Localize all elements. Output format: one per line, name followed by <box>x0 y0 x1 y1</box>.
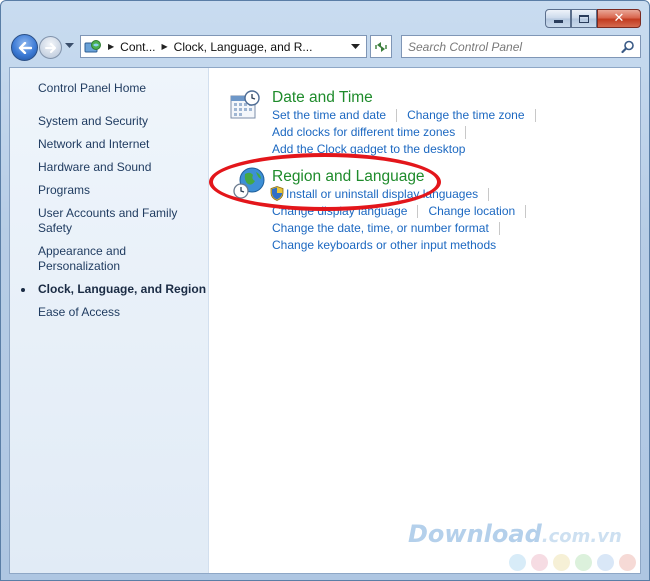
watermark-dot <box>553 554 570 571</box>
date-time-links-row-2: Add clocks for different time zones <box>272 124 546 141</box>
address-bar[interactable]: ▶ Cont... ▶ Clock, Language, and R... <box>80 35 367 58</box>
recent-pages-dropdown-icon[interactable] <box>65 43 74 49</box>
watermark-dots <box>509 554 636 571</box>
watermark-dot <box>509 554 526 571</box>
sidebar-item-programs[interactable]: Programs <box>38 183 208 198</box>
sidebar-item-system-security[interactable]: System and Security <box>38 114 208 129</box>
link-divider <box>525 205 527 219</box>
forward-arrow-icon <box>44 42 56 53</box>
refresh-icon <box>375 41 387 52</box>
sidebar-item-ease-of-access[interactable]: Ease of Access <box>38 305 208 320</box>
set-time-date-link[interactable]: Set the time and date <box>272 108 386 122</box>
link-divider <box>465 126 467 140</box>
date-and-time-category: Date and Time Set the time and date Chang… <box>272 88 546 158</box>
minimize-icon <box>553 20 563 23</box>
search-icon[interactable] <box>621 40 635 54</box>
breadcrumb-control-panel[interactable]: Cont... <box>120 40 155 54</box>
change-keyboards-link[interactable]: Change keyboards or other input methods <box>272 238 496 252</box>
change-time-zone-link[interactable]: Change the time zone <box>407 108 524 122</box>
link-divider <box>498 222 500 236</box>
breadcrumb-separator-icon: ▶ <box>161 42 168 51</box>
main-pane: Date and Time Set the time and date Chang… <box>210 68 640 573</box>
sidebar-item-user-accounts[interactable]: User Accounts and Family Safety <box>38 206 180 236</box>
date-time-links-row-3: Add the Clock gadget to the desktop <box>272 141 546 158</box>
add-clocks-link[interactable]: Add clocks for different time zones <box>272 125 455 139</box>
breadcrumb-separator-icon: ▶ <box>108 42 115 51</box>
refresh-button[interactable] <box>370 35 392 58</box>
back-arrow-icon <box>18 41 32 54</box>
control-panel-window: ✕ ▶ Cont... ▶ Clock, Language, and R... … <box>0 0 650 581</box>
watermark-dot <box>531 554 548 571</box>
link-divider <box>417 205 419 219</box>
back-button[interactable] <box>11 34 38 61</box>
region-links-row-3: Change the date, time, or number format <box>272 220 536 237</box>
sidebar-item-clock-language-region[interactable]: Clock, Language, and Region <box>21 282 208 297</box>
download-watermark: Download.com.vn <box>408 520 622 548</box>
uac-shield-icon <box>270 186 284 201</box>
calendar-clock-icon <box>230 90 260 119</box>
breadcrumb-clock-language-region[interactable]: Clock, Language, and R... <box>174 40 313 54</box>
address-dropdown-icon[interactable] <box>351 44 360 50</box>
control-panel-home-link[interactable]: Control Panel Home <box>38 81 146 95</box>
maximize-button[interactable] <box>571 9 597 28</box>
link-divider <box>534 109 536 123</box>
task-pane: Control Panel Home System and Security N… <box>10 68 209 573</box>
link-divider <box>396 109 398 123</box>
watermark-dot <box>597 554 614 571</box>
forward-button[interactable] <box>39 36 62 59</box>
region-links-row-1: Install or uninstall display languages <box>270 186 534 203</box>
search-box[interactable] <box>401 35 641 58</box>
sidebar-item-hardware-sound[interactable]: Hardware and Sound <box>38 160 208 175</box>
search-input[interactable] <box>408 39 613 54</box>
change-location-link[interactable]: Change location <box>428 204 515 218</box>
minimize-button[interactable] <box>545 9 571 28</box>
watermark-dot <box>575 554 592 571</box>
region-and-language-category: Region and Language Install or uninstall… <box>270 167 536 254</box>
category-list: System and Security Network and Internet… <box>21 114 208 328</box>
maximize-icon <box>579 14 589 23</box>
change-date-time-number-format-link[interactable]: Change the date, time, or number format <box>272 221 489 235</box>
region-links-row-4: Change keyboards or other input methods <box>272 237 536 254</box>
title-bar: ✕ <box>1 1 649 31</box>
add-clock-gadget-link[interactable]: Add the Clock gadget to the desktop <box>272 142 465 156</box>
watermark-tld: .com.vn <box>541 526 622 547</box>
region-links-row-2: Change display language Change location <box>272 203 536 220</box>
close-icon: ✕ <box>613 11 625 26</box>
window-controls: ✕ <box>545 9 641 28</box>
content-area: Control Panel Home System and Security N… <box>9 67 641 574</box>
watermark-dot <box>619 554 636 571</box>
install-display-languages-link[interactable]: Install or uninstall display languages <box>286 187 478 201</box>
navigation-bar: ▶ Cont... ▶ Clock, Language, and R... <box>1 31 649 65</box>
watermark-name: Download <box>408 520 542 548</box>
globe-clock-icon <box>233 167 265 199</box>
link-divider <box>488 188 490 202</box>
date-time-links-row-1: Set the time and date Change the time zon… <box>272 107 546 124</box>
date-and-time-title[interactable]: Date and Time <box>272 88 546 107</box>
change-display-language-link[interactable]: Change display language <box>272 204 407 218</box>
close-button[interactable]: ✕ <box>597 9 641 28</box>
sidebar-item-network-internet[interactable]: Network and Internet <box>38 137 208 152</box>
region-and-language-title[interactable]: Region and Language <box>272 167 536 186</box>
sidebar-item-appearance[interactable]: Appearance and Personalization <box>38 244 138 274</box>
control-panel-icon <box>84 39 101 52</box>
